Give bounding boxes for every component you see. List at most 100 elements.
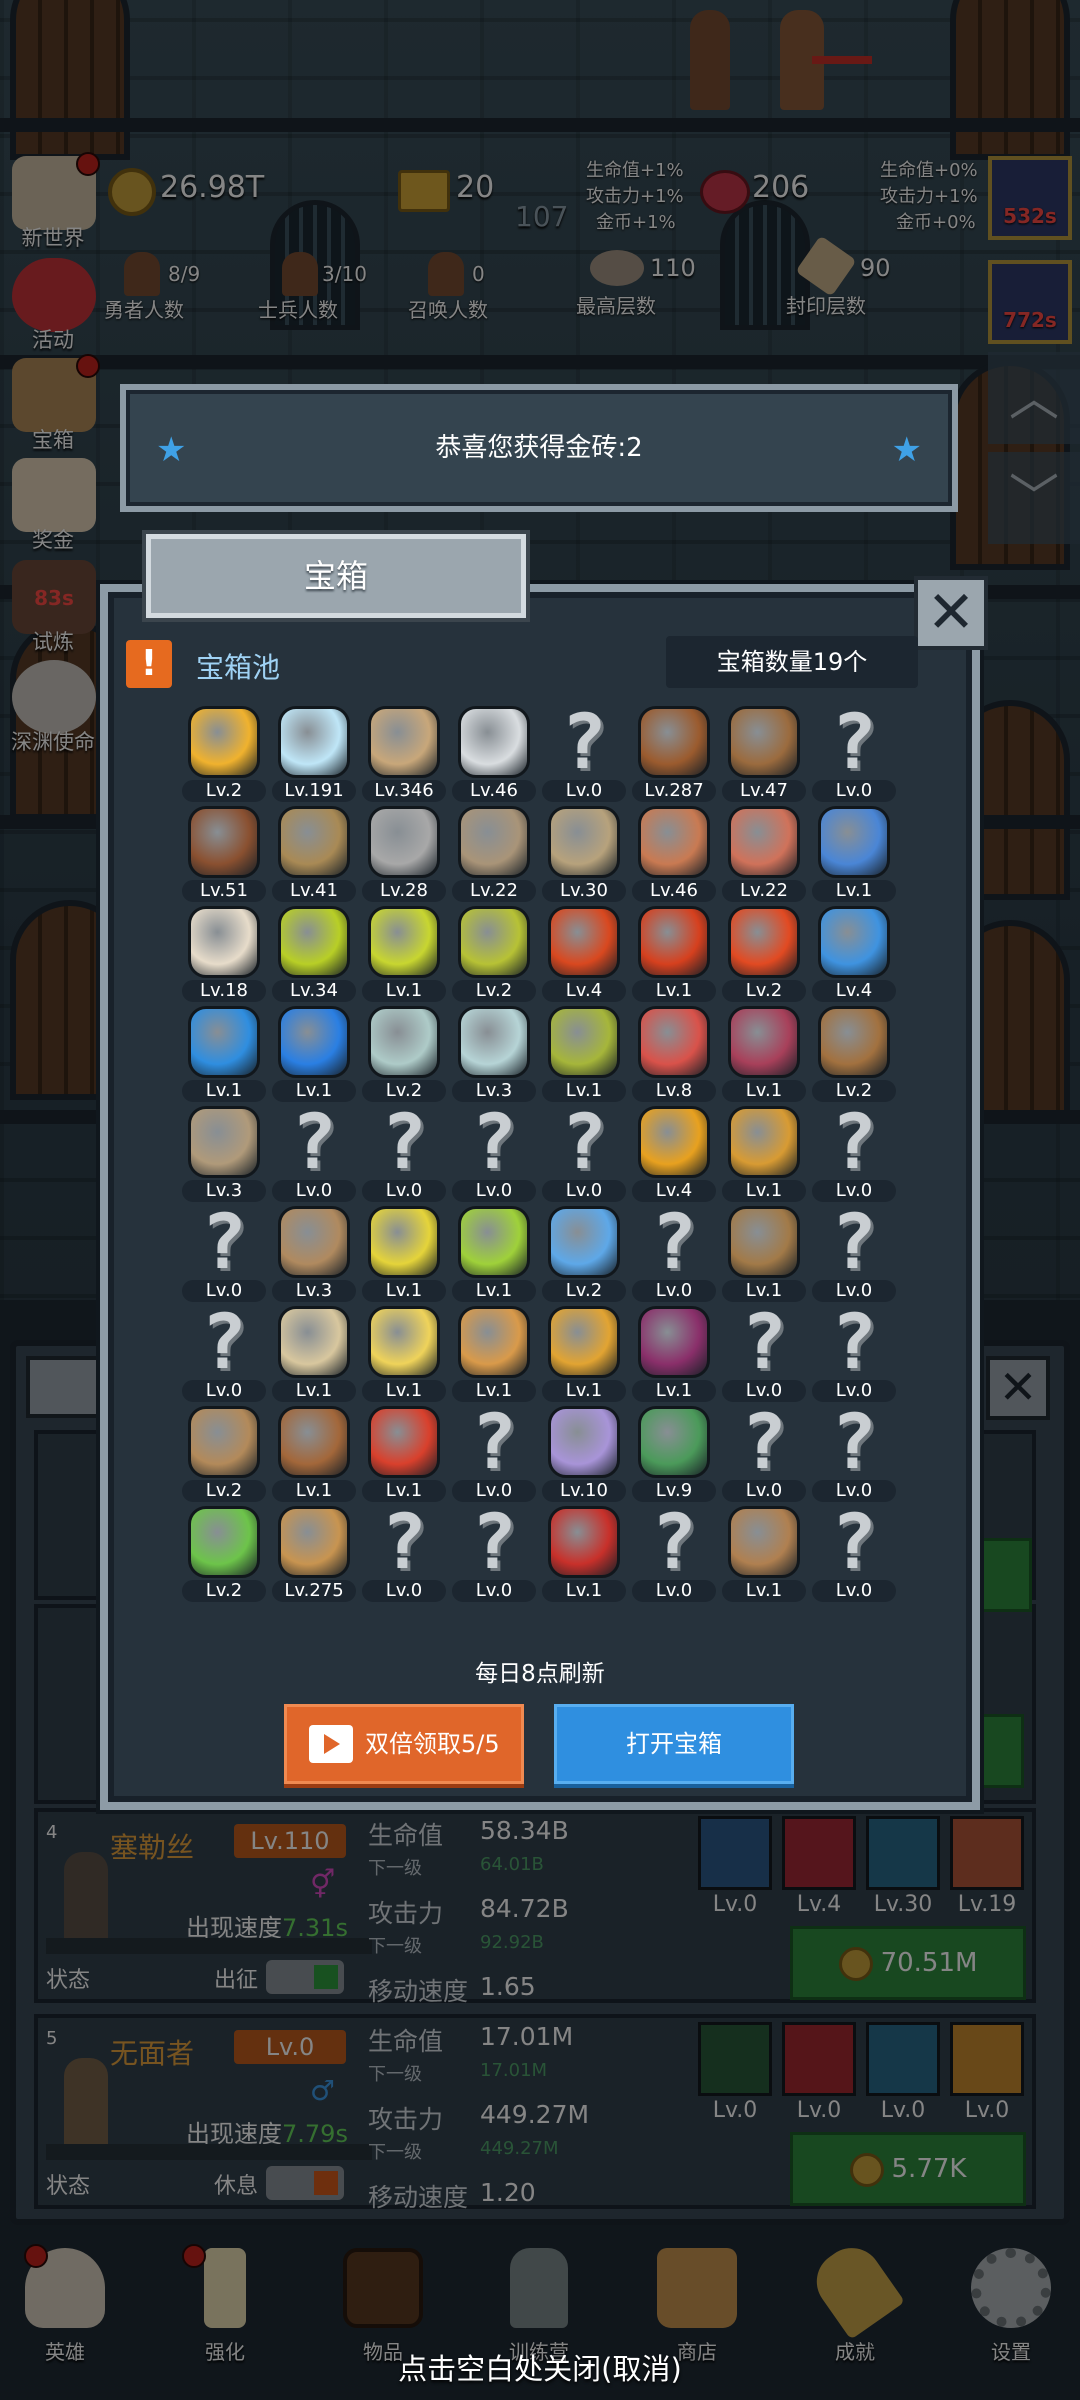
chest-item[interactable]: Lv.9	[632, 1406, 716, 1502]
chest-item[interactable]: ? Lv.0	[362, 1504, 446, 1602]
chest-item[interactable]: Lv.1	[722, 1006, 806, 1102]
item-level: Lv.1	[452, 1280, 536, 1302]
chest-item[interactable]: Lv.3	[182, 1106, 266, 1202]
chest-item[interactable]: ? Lv.0	[722, 1404, 806, 1502]
chest-item[interactable]: Lv.4	[542, 906, 626, 1002]
chest-item[interactable]: Lv.46	[632, 806, 716, 902]
chest-item[interactable]: Lv.1	[272, 1306, 356, 1402]
empty-bottle-icon	[368, 1006, 440, 1078]
chest-item[interactable]: Lv.1	[632, 1306, 716, 1402]
chest-item[interactable]: Lv.1	[542, 1306, 626, 1402]
close-icon[interactable]: ✕	[914, 576, 988, 650]
unknown-item-icon: ?	[471, 1497, 517, 1586]
chest-item[interactable]: ? Lv.0	[812, 1497, 896, 1602]
chest-item[interactable]: Lv.1	[542, 1006, 626, 1102]
item-level: Lv.34	[272, 980, 356, 1002]
chest-item[interactable]: Lv.51	[182, 806, 266, 902]
boot-icon	[818, 1006, 890, 1078]
chest-item[interactable]: Lv.1	[722, 1506, 806, 1602]
chest-item[interactable]: Lv.346	[362, 706, 446, 802]
chest-item[interactable]: Lv.2	[182, 1506, 266, 1602]
chest-item[interactable]: Lv.18	[182, 906, 266, 1002]
chest-item[interactable]: Lv.2	[362, 1006, 446, 1102]
unknown-item-icon: ?	[831, 697, 877, 786]
chest-item[interactable]: Lv.2	[182, 1406, 266, 1502]
item-level: Lv.4	[812, 980, 896, 1002]
chest-item[interactable]: ? Lv.0	[542, 704, 626, 802]
chest-item[interactable]: Lv.1	[722, 1106, 806, 1202]
item-level: Lv.1	[632, 980, 716, 1002]
item-level: Lv.0	[812, 1580, 896, 1602]
item-level: Lv.28	[362, 880, 446, 902]
item-level: Lv.10	[542, 1480, 626, 1502]
chest-item[interactable]: Lv.287	[632, 706, 716, 802]
chest-item[interactable]: Lv.2	[542, 1206, 626, 1302]
chest-item[interactable]: Lv.46	[452, 706, 536, 802]
rune-stone-icon	[548, 1406, 620, 1478]
diamond-icon	[278, 706, 350, 778]
chest-item[interactable]: Lv.2	[722, 906, 806, 1002]
chest-item[interactable]: Lv.34	[272, 906, 356, 1002]
chest-item[interactable]: Lv.1	[362, 1206, 446, 1302]
chest-item[interactable]: ? Lv.0	[722, 1304, 806, 1402]
chest-item[interactable]: ? Lv.0	[812, 697, 896, 802]
chest-item[interactable]: ? Lv.0	[452, 1104, 536, 1202]
chest-item[interactable]: ? Lv.0	[452, 1497, 536, 1602]
unknown-item-icon: ?	[201, 1197, 247, 1286]
open-chest-label: 打开宝箱	[626, 1730, 722, 1758]
chest-item[interactable]: Lv.1	[452, 1306, 536, 1402]
chest-item[interactable]: Lv.275	[272, 1506, 356, 1602]
chest-item[interactable]: Lv.22	[452, 806, 536, 902]
double-claim-button[interactable]: 双倍领取5/5	[284, 1704, 524, 1784]
chest-item[interactable]: Lv.30	[542, 806, 626, 902]
chest-item[interactable]: Lv.47	[722, 706, 806, 802]
chest-item[interactable]: ? Lv.0	[632, 1504, 716, 1602]
chest-item[interactable]: Lv.191	[272, 706, 356, 802]
item-level: Lv.2	[182, 1480, 266, 1502]
chest-item[interactable]: ? Lv.0	[812, 1204, 896, 1302]
chest-item[interactable]: Lv.1	[722, 1206, 806, 1302]
whip-icon	[728, 1506, 800, 1578]
chest-item[interactable]: Lv.1	[452, 1206, 536, 1302]
chest-item[interactable]: ? Lv.0	[362, 1104, 446, 1202]
chest-item[interactable]: Lv.3	[452, 1006, 536, 1102]
chest-item[interactable]: Lv.1	[812, 806, 896, 902]
chest-item[interactable]: Lv.3	[272, 1206, 356, 1302]
chest-item[interactable]: ? Lv.0	[182, 1297, 266, 1402]
chest-item[interactable]: Lv.8	[632, 1006, 716, 1102]
chest-item[interactable]: ? Lv.0	[542, 1104, 626, 1202]
chest-item[interactable]: ? Lv.0	[452, 1404, 536, 1502]
chest-item[interactable]: Lv.1	[272, 1406, 356, 1502]
chest-item[interactable]: Lv.1	[182, 1006, 266, 1102]
item-level: Lv.1	[632, 1380, 716, 1402]
item-level: Lv.47	[722, 780, 806, 802]
chest-item[interactable]: ? Lv.0	[182, 1197, 266, 1302]
chest-item[interactable]: Lv.22	[722, 806, 806, 902]
open-chest-button[interactable]: 打开宝箱	[554, 1704, 794, 1784]
chest-item[interactable]: Lv.1	[272, 1006, 356, 1102]
chest-item[interactable]: ? Lv.0	[812, 1104, 896, 1202]
chest-item[interactable]: ? Lv.0	[812, 1304, 896, 1402]
emblem-shield-icon	[638, 1406, 710, 1478]
unknown-item-icon: ?	[831, 1497, 877, 1586]
chest-item[interactable]: Lv.2	[812, 1006, 896, 1102]
chest-item[interactable]: ? Lv.0	[812, 1404, 896, 1502]
unknown-item-icon: ?	[201, 1297, 247, 1386]
chest-item[interactable]: ? Lv.0	[632, 1204, 716, 1302]
backpack-icon	[728, 1206, 800, 1278]
chest-item[interactable]: Lv.41	[272, 806, 356, 902]
chest-item[interactable]: ? Lv.0	[272, 1104, 356, 1202]
chest-item[interactable]: Lv.4	[812, 906, 896, 1002]
chest-item[interactable]: Lv.1	[542, 1506, 626, 1602]
chest-item[interactable]: Lv.1	[632, 906, 716, 1002]
chest-item[interactable]: Lv.2	[452, 906, 536, 1002]
chest-item[interactable]: Lv.4	[632, 1106, 716, 1202]
chest-item[interactable]: Lv.28	[362, 806, 446, 902]
chest-item[interactable]: Lv.2	[182, 706, 266, 802]
chest-item[interactable]: Lv.10	[542, 1406, 626, 1502]
ham-icon	[638, 806, 710, 878]
chest-item[interactable]: Lv.1	[362, 1406, 446, 1502]
chest-item[interactable]: Lv.1	[362, 1306, 446, 1402]
chest-item[interactable]: Lv.1	[362, 906, 446, 1002]
item-level: Lv.346	[362, 780, 446, 802]
